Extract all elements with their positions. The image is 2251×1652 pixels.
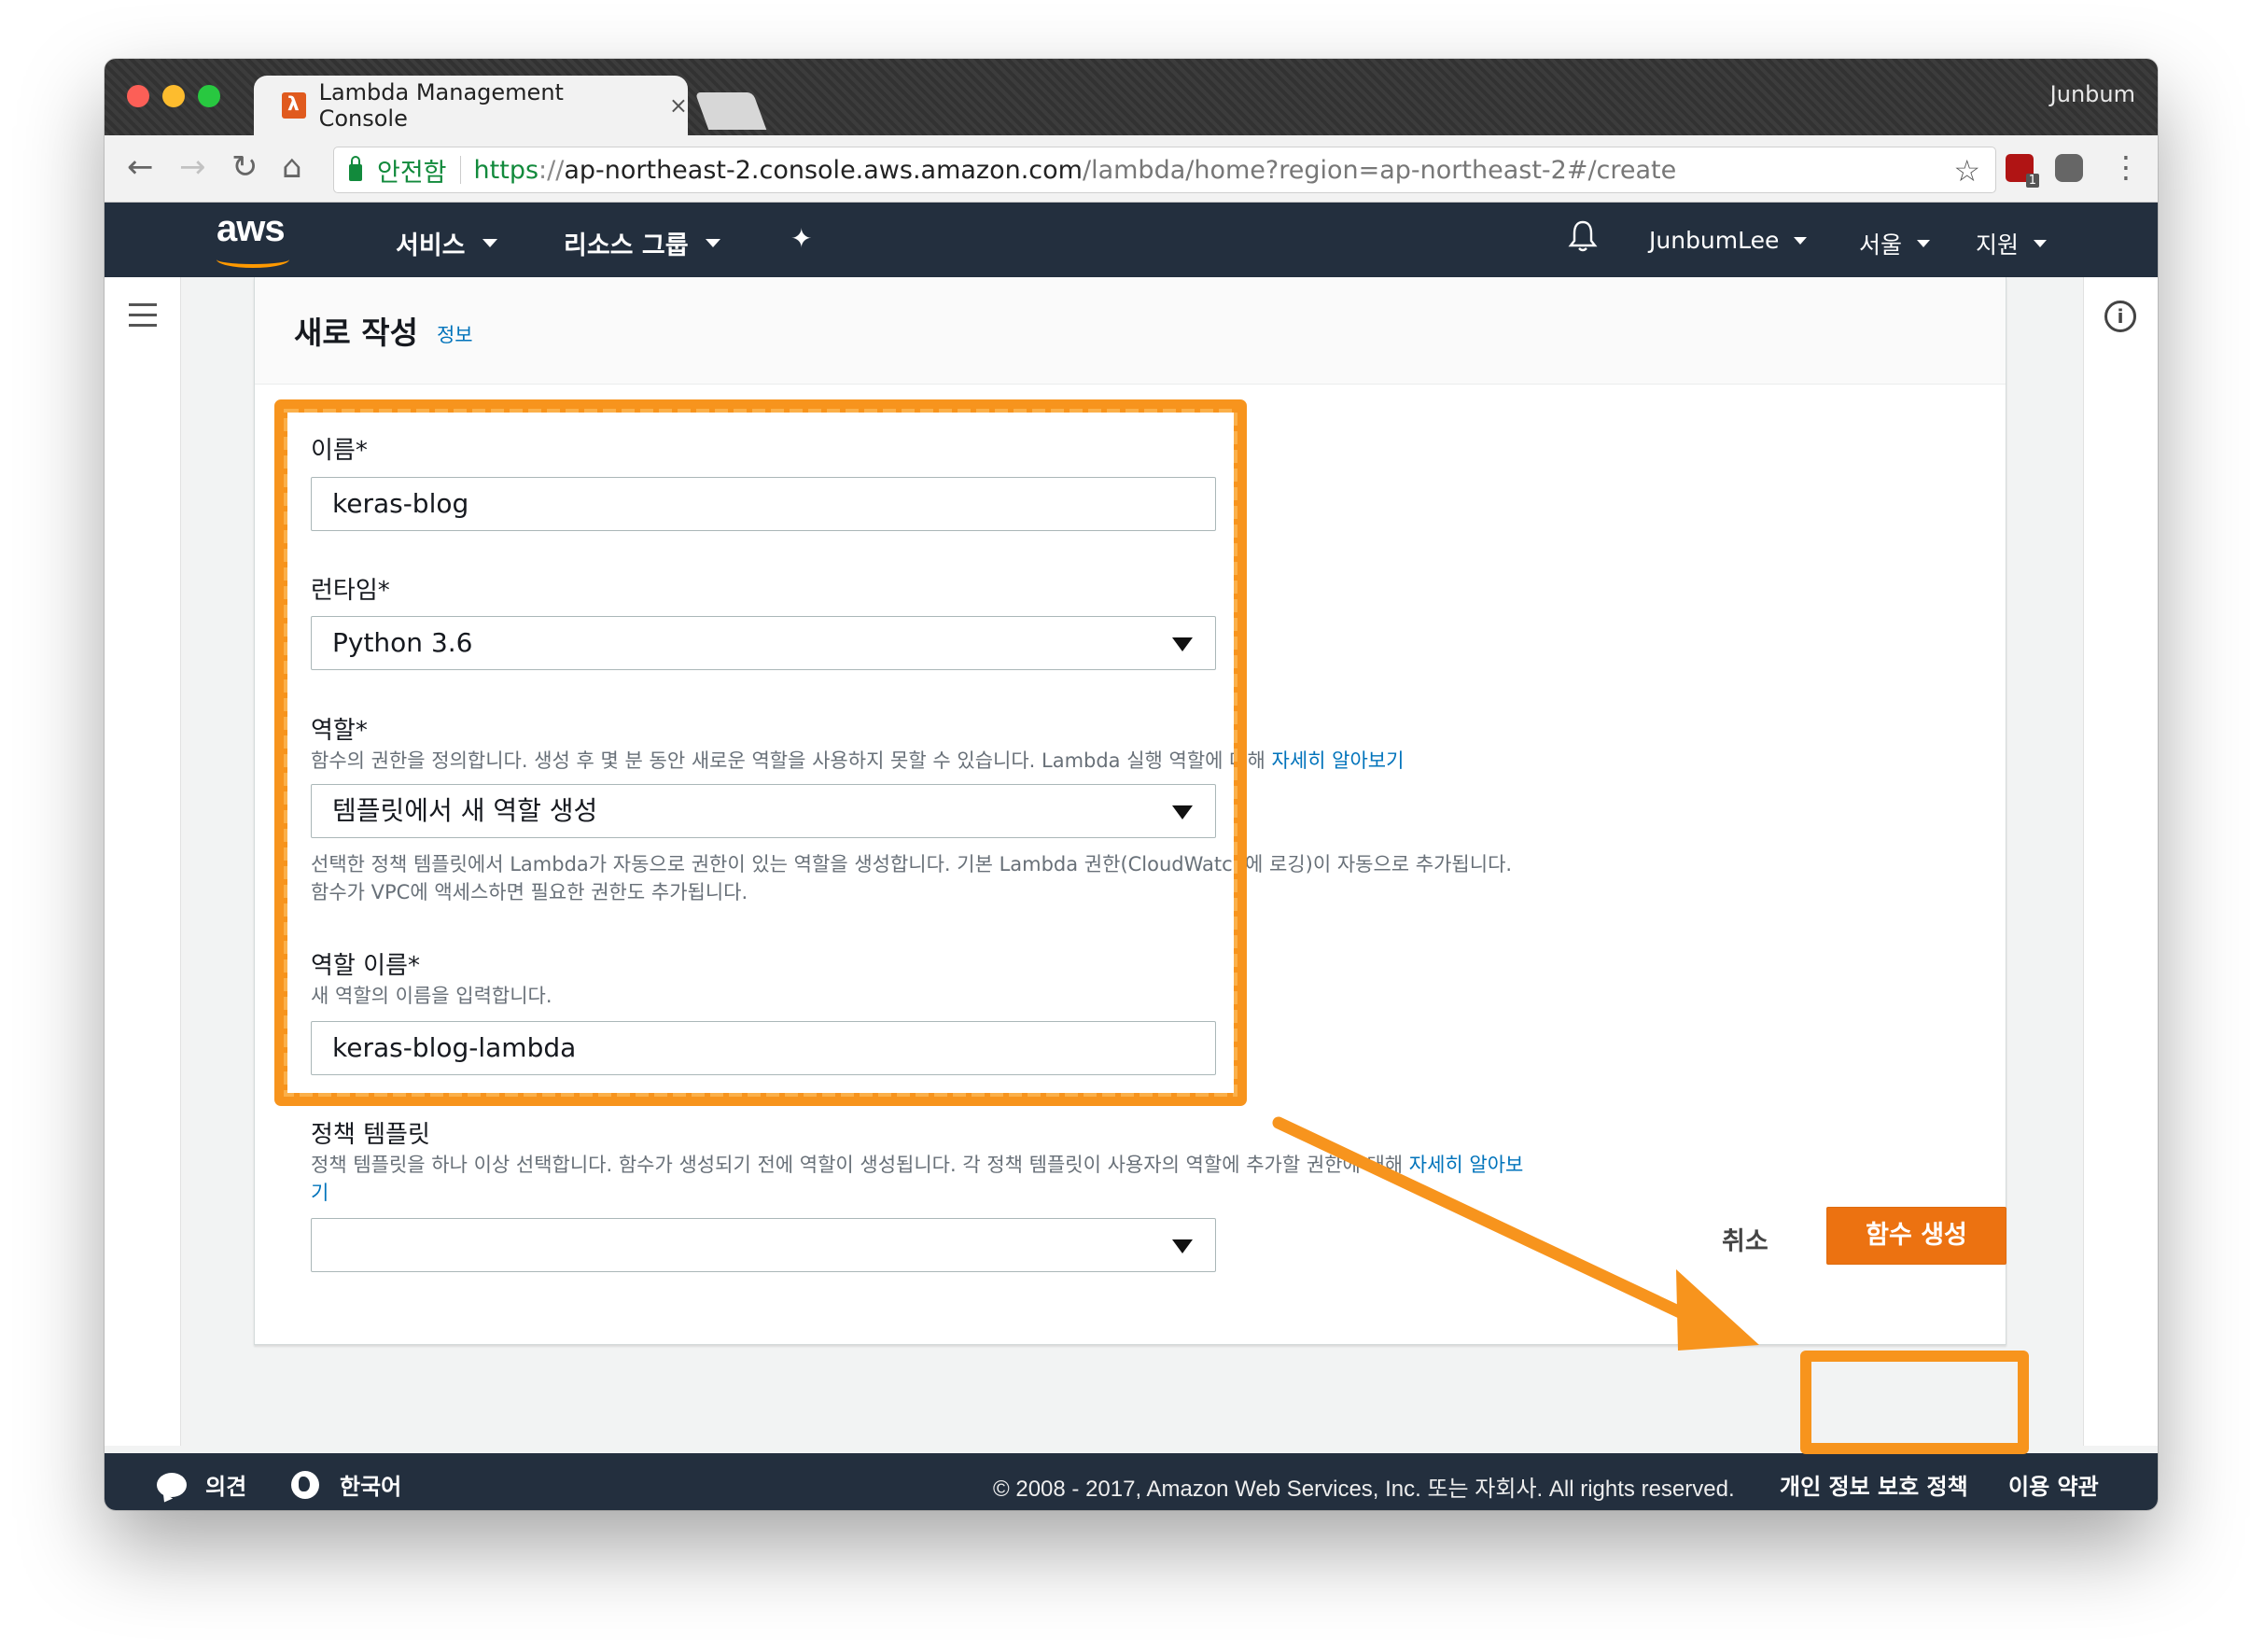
dropdown-arrow-icon: [1172, 637, 1193, 651]
globe-icon: [291, 1470, 319, 1499]
console-content: i 새로 작성 정보 이름* keras-blog 런타임* Python 3.…: [105, 277, 2158, 1446]
language-label: 한국어: [340, 1474, 402, 1500]
ublock-badge: 1: [2025, 174, 2039, 188]
feedback-label: 의견: [205, 1474, 247, 1500]
aws-logo-smile: [217, 251, 289, 268]
chevron-down-icon: [705, 239, 720, 247]
secure-label: 안전함: [377, 158, 447, 188]
panel-title: 새로 작성: [294, 315, 418, 351]
lambda-favicon-icon: [282, 92, 306, 119]
browser-profile-name[interactable]: Junbum: [2050, 81, 2135, 107]
language-selector[interactable]: 한국어: [291, 1468, 401, 1501]
chevron-down-icon: [2034, 240, 2048, 247]
policy-templates-help: 정책 템플릿을 하나 이상 선택합니다. 함수가 생성되기 전에 역할이 생성됩…: [311, 1151, 1524, 1207]
runtime-select[interactable]: Python 3.6: [311, 616, 1216, 670]
role-name-help: 새 역할의 이름을 입력합니다.: [311, 985, 552, 1007]
browser-tab-active[interactable]: Lambda Management Console ×: [254, 76, 688, 135]
cancel-button[interactable]: 취소: [1722, 1221, 1769, 1257]
info-link[interactable]: 정보: [437, 320, 473, 348]
role-name-label: 역할 이름*: [311, 952, 420, 980]
chevron-down-icon: [482, 239, 497, 247]
info-icon[interactable]: i: [2104, 301, 2136, 332]
services-menu[interactable]: 서비스: [396, 225, 497, 261]
role-learn-more-link[interactable]: 자세히 알아보기: [1272, 749, 1405, 772]
region-label: 서울: [1859, 231, 1903, 259]
support-menu[interactable]: 지원: [1976, 227, 2048, 260]
account-username: JunbumLee: [1649, 227, 1780, 254]
ublock-extension-icon[interactable]: 1: [2006, 154, 2039, 188]
maximize-window-button[interactable]: [198, 85, 220, 107]
pin-icon[interactable]: ✦: [790, 223, 812, 254]
minimize-window-button[interactable]: [162, 85, 185, 107]
url-scheme: https: [473, 155, 539, 185]
role-help-body: 함수의 권한을 정의합니다. 생성 후 몇 분 동안 새로운 역할을 사용하지 …: [311, 749, 1272, 772]
chevron-down-icon: [1917, 240, 1931, 247]
right-rail: i: [2083, 277, 2158, 1446]
account-menu[interactable]: JunbumLee: [1649, 227, 1808, 254]
function-name-input[interactable]: keras-blog: [311, 477, 1216, 531]
role-description: 선택한 정책 템플릿에서 Lambda가 자동으로 권한이 있는 역할을 생성합…: [311, 853, 1513, 903]
lock-icon: [349, 156, 362, 181]
panel-header: 새로 작성 정보: [255, 277, 2006, 385]
support-label: 지원: [1976, 231, 2020, 259]
url-divider: [459, 156, 461, 184]
region-menu[interactable]: 서울: [1859, 227, 1931, 260]
url-path: /lambda/home?region=ap-northeast-2#/crea…: [1082, 155, 1677, 185]
browser-menu-icon[interactable]: ⋮: [2111, 148, 2141, 186]
role-selected-value: 템플릿에서 새 역할 생성: [332, 795, 598, 826]
aws-logo[interactable]: aws: [217, 208, 286, 250]
role-help-text: 함수의 권한을 정의합니다. 생성 후 몇 분 동안 새로운 역할을 사용하지 …: [311, 747, 1524, 775]
runtime-selected-value: Python 3.6: [332, 627, 473, 658]
url-scheme-separator: ://: [538, 155, 565, 185]
dropdown-arrow-icon: [1172, 805, 1193, 819]
services-label: 서비스: [396, 231, 466, 260]
lightbulb-extension-icon[interactable]: [2055, 154, 2083, 182]
dropdown-arrow-icon: [1172, 1239, 1193, 1253]
runtime-label: 런타임*: [311, 577, 390, 605]
tab-title: Lambda Management Console: [318, 79, 564, 132]
reload-icon[interactable]: ↻: [231, 150, 259, 184]
left-rail: [105, 277, 181, 1446]
url-host: ap-northeast-2.console.aws.amazon.com: [564, 155, 1083, 185]
aws-top-nav: aws 서비스 리소스 그룹 ✦ JunbumLee 서울 지원: [105, 203, 2158, 277]
browser-toolbar: ← → ↻ ⌂ 안전함 https://ap-northeast-2.conso…: [105, 135, 2158, 203]
new-tab-button[interactable]: [694, 92, 767, 130]
policy-templates-label: 정책 템플릿: [311, 1121, 430, 1149]
create-function-button[interactable]: 함수 생성: [1826, 1207, 2006, 1265]
browser-window: Lambda Management Console × Junbum ← → ↻…: [105, 59, 2158, 1510]
feedback-link[interactable]: 의견: [157, 1468, 246, 1501]
bookmark-star-icon[interactable]: ☆: [1953, 153, 1980, 189]
policy-help-body: 정책 템플릿을 하나 이상 선택합니다. 함수가 생성되기 전에 역할이 생성됩…: [311, 1154, 1409, 1176]
speech-bubble-icon: [157, 1472, 187, 1497]
chevron-down-icon: [1794, 236, 1808, 245]
browser-titlebar: Lambda Management Console × Junbum: [105, 59, 2158, 135]
console-footer: 의견 한국어 © 2008 - 2017, Amazon Web Service…: [105, 1453, 2158, 1510]
bell-icon[interactable]: [1568, 219, 1598, 253]
close-window-button[interactable]: [127, 85, 149, 107]
forward-arrow-icon[interactable]: →: [179, 150, 206, 184]
terms-link[interactable]: 이용 약관: [2008, 1468, 2099, 1501]
resource-groups-menu[interactable]: 리소스 그룹: [564, 225, 720, 261]
hamburger-menu-icon[interactable]: [129, 303, 157, 334]
address-bar[interactable]: 안전함 https://ap-northeast-2.console.aws.a…: [333, 147, 1996, 193]
copyright-text: © 2008 - 2017, Amazon Web Services, Inc.…: [993, 1477, 1735, 1502]
back-arrow-icon[interactable]: ←: [127, 150, 154, 184]
resource-groups-label: 리소스 그룹: [564, 231, 689, 260]
author-from-scratch-panel: 새로 작성 정보 이름* keras-blog 런타임* Python 3.6 …: [254, 277, 2006, 1345]
privacy-policy-link[interactable]: 개인 정보 보호 정책: [1780, 1468, 1968, 1501]
home-icon[interactable]: ⌂: [282, 150, 302, 184]
name-label: 이름*: [311, 437, 368, 465]
role-select[interactable]: 템플릿에서 새 역할 생성: [311, 784, 1216, 838]
policy-templates-select[interactable]: [311, 1218, 1216, 1272]
role-label: 역할*: [311, 717, 368, 745]
role-name-input[interactable]: keras-blog-lambda: [311, 1021, 1216, 1075]
tab-close-icon[interactable]: ×: [669, 92, 688, 119]
